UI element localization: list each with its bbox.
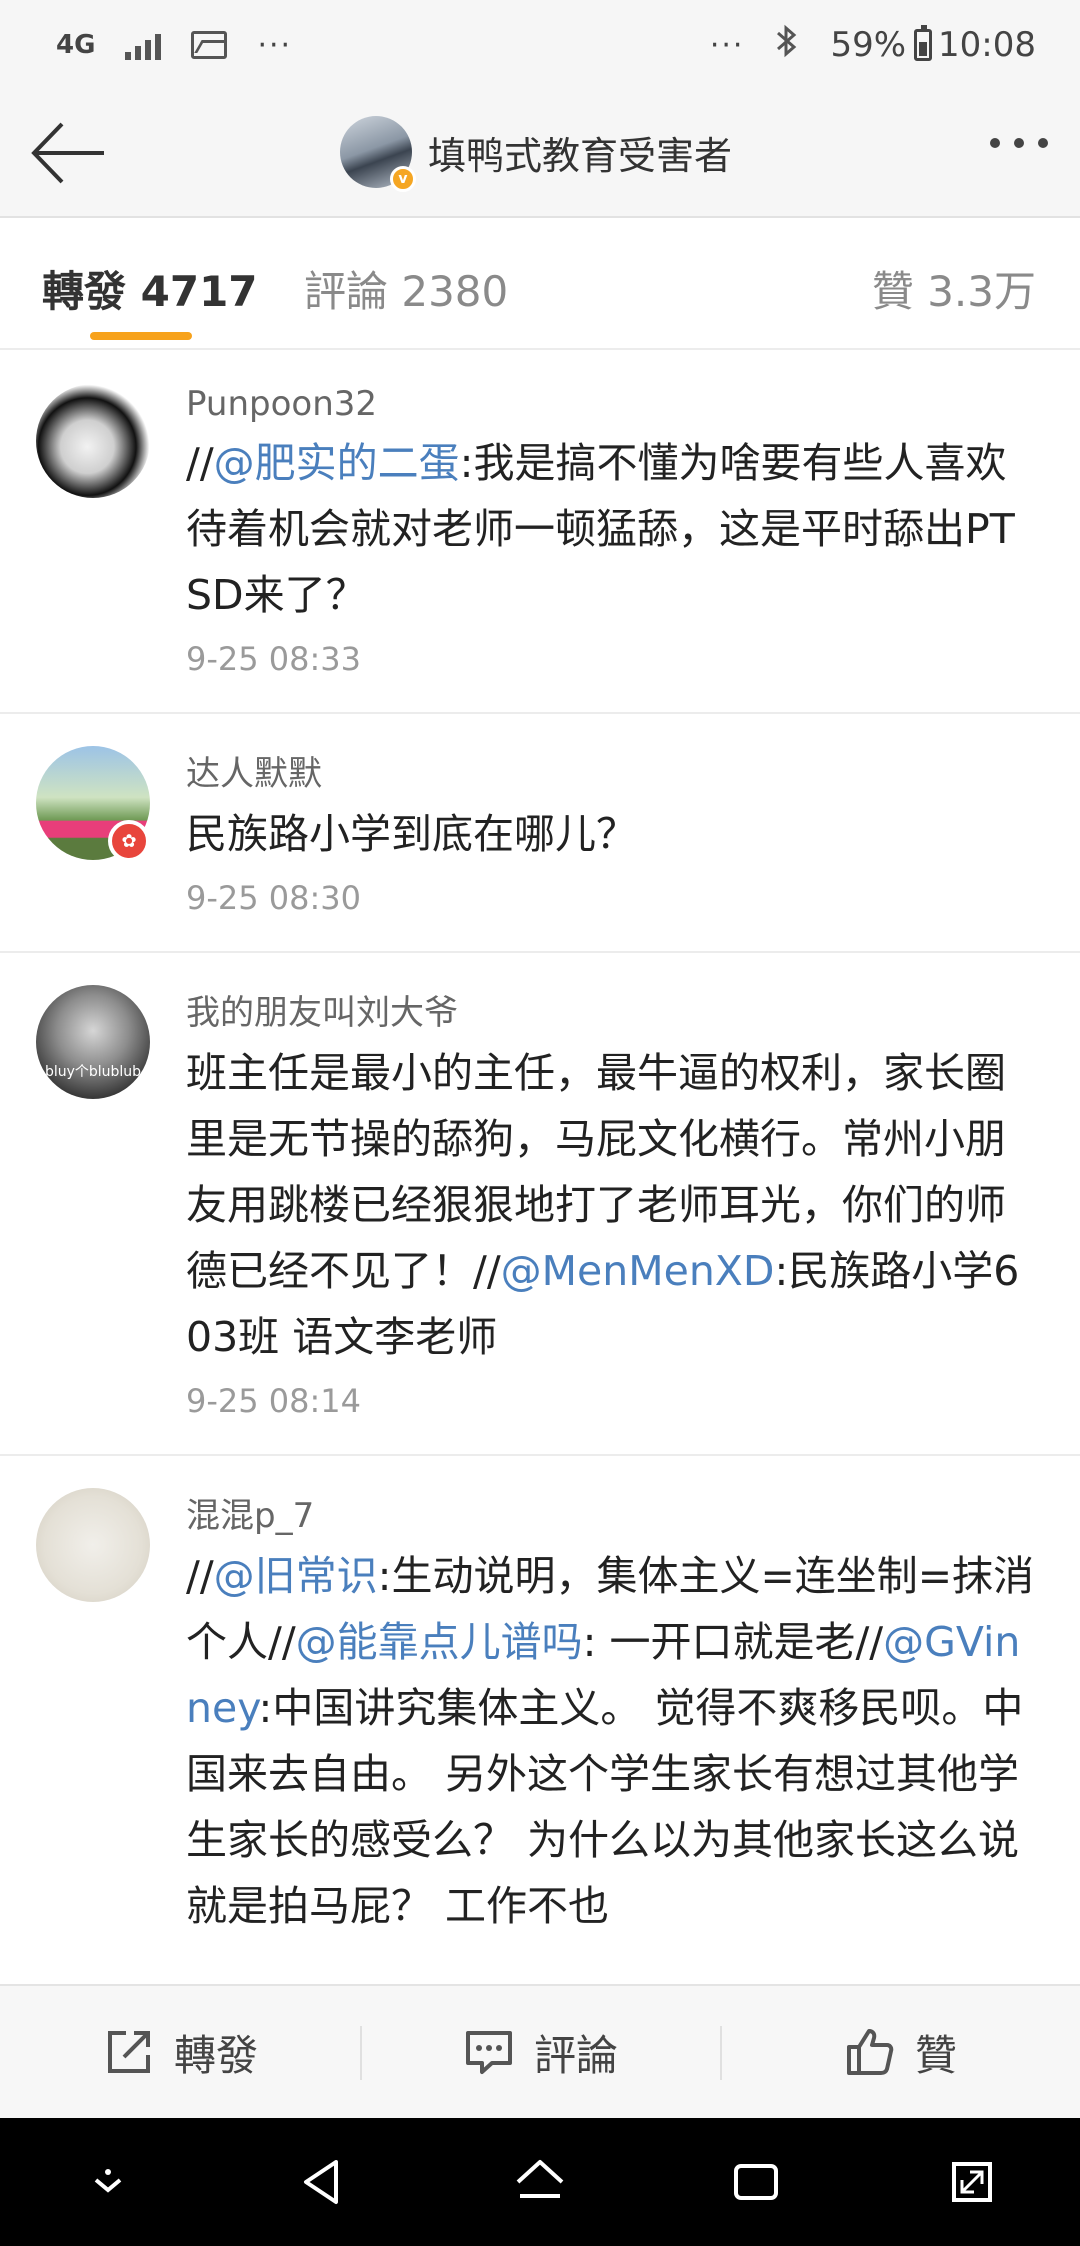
timestamp: 9-25 08:30 xyxy=(186,879,362,917)
timestamp: 9-25 08:33 xyxy=(186,640,362,678)
battery-percent: 59% xyxy=(830,25,907,65)
network-indicator: 4G xyxy=(56,30,96,60)
action-bar: 轉發 評論 贊 xyxy=(0,1984,1080,2118)
badge-icon: ✿ xyxy=(108,820,150,862)
more-dots-icon: ··· xyxy=(257,27,293,63)
list-item[interactable]: bluу个blublub 我的朋友叫刘大爷 班主任是最小的主任，最牛逼的权利，家… xyxy=(0,953,1080,1456)
list-item[interactable]: 混混p_7 //@旧常识:生动说明，集体主义=连坐制=抹消个人//@能靠点儿谱吗… xyxy=(0,1456,1080,1973)
post-text: // xyxy=(186,439,214,487)
post-content: //@旧常识:生动说明，集体主义=连坐制=抹消个人//@能靠点儿谱吗: 一开口就… xyxy=(186,1543,1040,1939)
mention-link[interactable]: @能靠点儿谱吗 xyxy=(296,1618,583,1666)
post-content: //@肥实的二蛋:我是搞不懂为啥要有些人喜欢待着机会就对老师一顿猛舔，这是平时舔… xyxy=(186,430,1040,628)
post-text: :中国讲究集体主义。 觉得不爽移民呗。中国来去自由。 另外这个学生家长有想过其他… xyxy=(186,1684,1024,1930)
system-nav-bar xyxy=(0,2118,1080,2246)
post-text: 民族路小学到底在哪儿？ xyxy=(186,810,637,858)
list-item[interactable]: ✿ 达人默默 民族路小学到底在哪儿？ 9-25 08:30 xyxy=(0,714,1080,953)
repost-button[interactable]: 轉發 xyxy=(0,1986,360,2118)
list-item[interactable]: Punpoon32 //@肥实的二蛋:我是搞不懂为啥要有些人喜欢待着机会就对老师… xyxy=(0,352,1080,714)
tab-comment[interactable]: 評論 2380 xyxy=(304,258,508,319)
avatar[interactable]: v xyxy=(340,116,416,192)
post-text: // xyxy=(186,1552,214,1600)
battery-icon xyxy=(914,25,933,61)
recent-apps-icon[interactable] xyxy=(726,2152,786,2212)
avatar[interactable]: bluу个blublub xyxy=(36,985,150,1099)
nav-back-icon[interactable] xyxy=(294,2152,354,2212)
mention-link[interactable]: @MenMenXD xyxy=(501,1247,775,1295)
timestamp: 9-25 08:14 xyxy=(186,1382,362,1420)
tab-like[interactable]: 贊 3.3万 xyxy=(872,258,1036,319)
chevron-down-icon[interactable] xyxy=(78,2152,138,2212)
username[interactable]: 达人默默 xyxy=(186,746,1040,795)
avatar[interactable] xyxy=(36,1488,150,1602)
comment-button[interactable]: 評論 xyxy=(360,1986,720,2118)
username[interactable]: Punpoon32 xyxy=(186,384,1040,424)
active-tab-indicator xyxy=(90,332,192,340)
page-title: 填鸭式教育受害者 xyxy=(428,133,733,178)
expand-icon[interactable] xyxy=(942,2152,1002,2212)
tab-repost[interactable]: 轉發 4717 xyxy=(42,258,258,319)
comment-icon xyxy=(465,2031,512,2074)
more-options-icon[interactable] xyxy=(990,138,1048,148)
header-user[interactable]: v 填鸭式教育受害者 xyxy=(340,116,733,192)
mention-link[interactable]: @旧常识 xyxy=(214,1552,378,1600)
tab-bar: 轉發 4717 評論 2380 贊 3.3万 xyxy=(0,218,1080,350)
post-content: 民族路小学到底在哪儿？ xyxy=(186,801,1040,867)
like-label: 贊 xyxy=(914,2030,957,2080)
avatar[interactable] xyxy=(36,384,150,498)
thumbs-up-icon xyxy=(846,2029,894,2075)
post-content: 班主任是最小的主任，最牛逼的权利，家长圈里是无节操的舔狗，马屁文化横行。常州小朋… xyxy=(186,1040,1040,1370)
status-bar: 4G ··· ··· 59% 10:08 xyxy=(0,0,1080,90)
bluetooth-icon xyxy=(774,23,800,68)
clock: 10:08 xyxy=(938,25,1036,65)
share-icon xyxy=(107,2031,150,2073)
username[interactable]: 我的朋友叫刘大爷 xyxy=(186,985,1040,1034)
comment-label: 評論 xyxy=(533,2030,618,2080)
verified-badge-icon: v xyxy=(390,166,416,192)
post-text: : 一开口就是老// xyxy=(582,1618,884,1666)
mention-link[interactable]: @肥实的二蛋 xyxy=(214,439,460,487)
image-icon xyxy=(191,31,228,59)
username[interactable]: 混混p_7 xyxy=(186,1488,1040,1537)
signal-icon xyxy=(125,30,162,60)
back-arrow-icon[interactable] xyxy=(28,120,108,186)
repost-list: Punpoon32 //@肥实的二蛋:我是搞不懂为啥要有些人喜欢待着机会就对老师… xyxy=(0,352,1080,1984)
more-dots-icon: ··· xyxy=(709,27,745,63)
title-bar: v 填鸭式教育受害者 xyxy=(0,90,1080,218)
like-button[interactable]: 贊 xyxy=(720,1986,1080,2118)
home-icon[interactable] xyxy=(510,2152,570,2212)
avatar-caption: bluу个blublub xyxy=(44,1064,142,1080)
repost-label: 轉發 xyxy=(173,2030,258,2080)
